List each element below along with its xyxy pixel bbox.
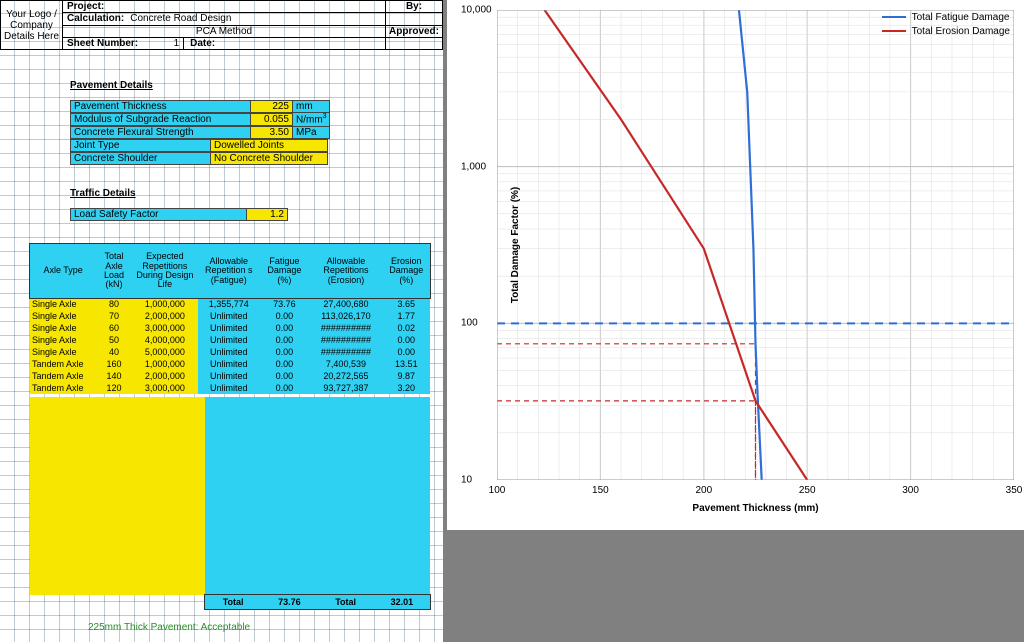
pv-thickness-unit: mm: [292, 100, 330, 113]
by-label: By:: [386, 1, 442, 13]
th-axle: Axle Type: [30, 244, 96, 298]
table-row[interactable]: Single Axle603,000,000Unlimited0.00#####…: [30, 322, 430, 334]
y-tick: 1,000: [461, 161, 486, 172]
pv-modulus-input[interactable]: 0.055: [250, 113, 292, 126]
x-tick: 200: [695, 485, 712, 496]
th-load: Total Axle Load (kN): [96, 244, 132, 298]
legend-swatch-red: [882, 30, 906, 32]
approved-label: Approved:: [386, 26, 442, 38]
pv-joint-select[interactable]: Dowelled Joints: [210, 139, 328, 152]
pv-thickness-label: Pavement Thickness: [70, 100, 250, 113]
table-row[interactable]: Tandem Axle1402,000,000Unlimited0.0020,2…: [30, 370, 430, 382]
pv-joint-label: Joint Type: [70, 139, 210, 152]
pv-modulus-unit: N/mm3: [292, 112, 330, 126]
tf-lsf-label: Load Safety Factor: [70, 208, 246, 221]
sheet-row[interactable]: Sheet Number: 1 Date:: [63, 38, 385, 49]
pv-shoulder-label: Concrete Shoulder: [70, 152, 210, 165]
plot-area: Pavement Thickness (mm) Total Damage Fac…: [497, 10, 1014, 480]
logo-placeholder: Your Logo / Company Details Here: [1, 1, 63, 49]
traffic-heading: Traffic Details: [70, 188, 136, 199]
x-tick: 300: [902, 485, 919, 496]
project-row[interactable]: Project:: [63, 1, 385, 13]
result-message: 225mm Thick Pavement: Acceptable: [88, 622, 250, 633]
calculation-row[interactable]: Calculation: Concrete Road Design: [63, 13, 385, 25]
pavement-heading: Pavement Details: [70, 80, 153, 91]
method-row: PCA Method: [63, 26, 385, 38]
y-tick: 10: [461, 475, 472, 486]
totals-row: Total 73.76 Total 32.01: [205, 595, 430, 609]
x-tick: 150: [592, 485, 609, 496]
title-block: Your Logo / Company Details Here Project…: [0, 0, 443, 50]
spreadsheet-panel: Your Logo / Company Details Here Project…: [0, 0, 445, 642]
pv-flexural-unit: MPa: [292, 126, 330, 139]
pv-flexural-label: Concrete Flexural Strength: [70, 126, 250, 139]
x-axis-label: Pavement Thickness (mm): [692, 503, 818, 514]
y-tick: 100: [461, 318, 478, 329]
tf-lsf-input[interactable]: 1.2: [246, 208, 288, 221]
table-row[interactable]: Single Axle801,000,0001,355,77473.7627,4…: [30, 298, 430, 310]
table-row[interactable]: Single Axle504,000,000Unlimited0.00#####…: [30, 334, 430, 346]
plot-svg: [497, 10, 1014, 480]
th-damE: Erosion Damage (%): [383, 244, 430, 298]
traffic-details-box: Load Safety Factor 1.2: [70, 208, 288, 221]
axle-table: Axle Type Total Axle Load (kN) Expected …: [30, 244, 430, 394]
pv-shoulder-select[interactable]: No Concrete Shoulder: [210, 152, 328, 165]
pv-modulus-label: Modulus of Subgrade Reaction: [70, 113, 250, 126]
th-reps: Expected Repetitions During Design Life: [132, 244, 198, 298]
pv-thickness-input[interactable]: 225: [250, 100, 292, 113]
cyan-blank-area: [205, 397, 430, 595]
legend-erosion: Total Erosion Damage: [882, 24, 1010, 38]
legend-swatch-blue: [882, 16, 906, 18]
yellow-blank-area[interactable]: [30, 397, 205, 595]
table-row[interactable]: Single Axle405,000,000Unlimited0.00#####…: [30, 346, 430, 358]
y-tick: 10,000: [461, 5, 492, 16]
x-tick: 250: [799, 485, 816, 496]
chart-legend: Total Fatigue Damage Total Erosion Damag…: [882, 10, 1010, 38]
table-row[interactable]: Tandem Axle1203,000,000Unlimited0.0093,7…: [30, 382, 430, 394]
pavement-details-box: Pavement Thickness 225 mm Modulus of Sub…: [70, 100, 330, 165]
table-row[interactable]: Tandem Axle1601,000,000Unlimited0.007,40…: [30, 358, 430, 370]
th-allowE: Allowable Repetitions (Erosion): [309, 244, 382, 298]
y-axis-label: Total Damage Factor (%): [510, 187, 521, 304]
th-damF: Fatigue Damage (%): [260, 244, 310, 298]
pv-flexural-input[interactable]: 3.50: [250, 126, 292, 139]
th-allowF: Allowable Repetition s (Fatigue): [198, 244, 260, 298]
table-row[interactable]: Single Axle702,000,000Unlimited0.00113,0…: [30, 310, 430, 322]
legend-fatigue: Total Fatigue Damage: [882, 10, 1010, 24]
chart-panel: Pavement Thickness (mm) Total Damage Fac…: [447, 0, 1024, 530]
x-tick: 350: [1006, 485, 1023, 496]
x-tick: 100: [489, 485, 506, 496]
